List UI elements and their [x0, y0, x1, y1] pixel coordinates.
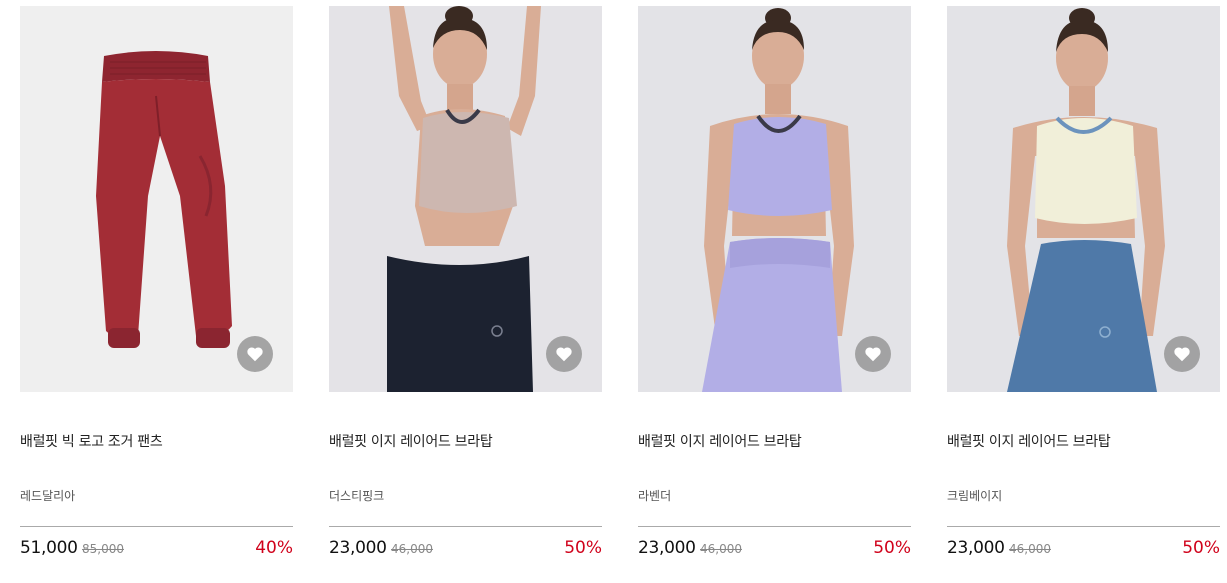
heart-icon — [556, 347, 572, 362]
discount-rate: 50% — [1182, 538, 1220, 558]
product-image[interactable] — [638, 6, 911, 392]
sale-price: 23,000 — [947, 538, 1005, 558]
product-color: 크림베이지 — [947, 489, 1003, 503]
product-image[interactable] — [329, 6, 602, 392]
discount-rate: 40% — [255, 538, 293, 558]
red-jogger-pants-image — [20, 6, 293, 392]
sale-price: 51,000 — [20, 538, 78, 558]
original-price: 46,000 — [700, 542, 742, 556]
original-price: 85,000 — [82, 542, 124, 556]
model-cream-beige-bratop-image — [947, 6, 1220, 392]
product-name[interactable]: 배럴핏 이지 레이어드 브라탑 — [947, 431, 1111, 451]
like-button[interactable] — [855, 336, 891, 372]
product-name[interactable]: 배럴핏 빅 로고 조거 팬츠 — [20, 431, 163, 451]
discount-rate: 50% — [564, 538, 602, 558]
product-name[interactable]: 배럴핏 이지 레이어드 브라탑 — [329, 431, 493, 451]
product-card: 배럴핏 이지 레이어드 브라탑 크림베이지 23,000 46,000 50% — [947, 6, 1220, 558]
divider — [638, 526, 911, 527]
product-image[interactable] — [947, 6, 1220, 392]
discount-rate: 50% — [873, 538, 911, 558]
like-button[interactable] — [237, 336, 273, 372]
divider — [20, 526, 293, 527]
like-button[interactable] — [546, 336, 582, 372]
model-lavender-bratop-image — [638, 6, 911, 392]
divider — [947, 526, 1220, 527]
model-dusty-pink-bratop-image — [329, 6, 602, 392]
heart-icon — [865, 347, 881, 362]
product-color: 더스티핑크 — [329, 489, 385, 503]
original-price: 46,000 — [391, 542, 433, 556]
heart-icon — [247, 347, 263, 362]
divider — [329, 526, 602, 527]
product-color: 라벤더 — [638, 489, 672, 503]
original-price: 46,000 — [1009, 542, 1051, 556]
like-button[interactable] — [1164, 336, 1200, 372]
product-color: 레드달리아 — [20, 489, 76, 503]
price-row: 23,000 46,000 50% — [947, 538, 1220, 562]
product-card: 배럴핏 이지 레이어드 브라탑 더스티핑크 23,000 46,000 50% — [329, 6, 602, 558]
price-row: 23,000 46,000 50% — [638, 538, 911, 562]
product-name[interactable]: 배럴핏 이지 레이어드 브라탑 — [638, 431, 802, 451]
sale-price: 23,000 — [329, 538, 387, 558]
price-row: 51,000 85,000 40% — [20, 538, 293, 562]
product-grid: 배럴핏 빅 로고 조거 팬츠 레드달리아 51,000 85,000 40% 배… — [0, 0, 1227, 583]
heart-icon — [1174, 347, 1190, 362]
product-card: 배럴핏 빅 로고 조거 팬츠 레드달리아 51,000 85,000 40% — [20, 6, 293, 558]
product-image[interactable] — [20, 6, 293, 392]
price-row: 23,000 46,000 50% — [329, 538, 602, 562]
product-card: 배럴핏 이지 레이어드 브라탑 라벤더 23,000 46,000 50% — [638, 6, 911, 558]
sale-price: 23,000 — [638, 538, 696, 558]
